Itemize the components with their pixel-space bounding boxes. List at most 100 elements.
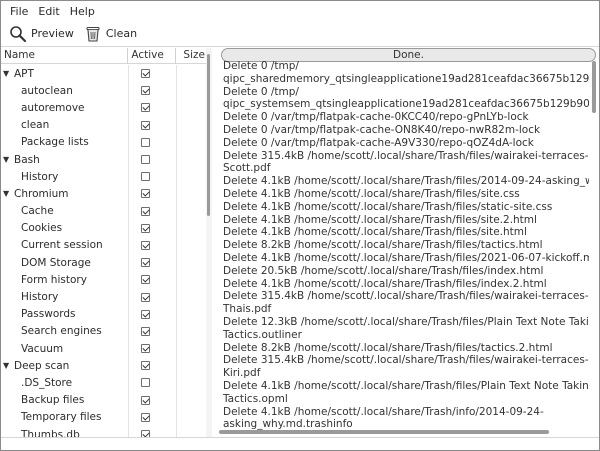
- tree-row-label: autoremove: [21, 101, 85, 114]
- tree-group-row[interactable]: ▼ Deep scan: [1, 357, 204, 375]
- tree-option-row[interactable]: .DS_Store: [1, 374, 204, 392]
- active-checkbox[interactable]: [141, 206, 150, 216]
- tree-option-row[interactable]: Cookies: [1, 219, 204, 237]
- tree-row-active: [129, 99, 177, 117]
- preview-label: Preview: [31, 27, 74, 40]
- menu-edit[interactable]: Edit: [33, 5, 64, 18]
- menu-file[interactable]: File: [5, 5, 33, 18]
- tree-row-name: ▼ Chromium: [1, 185, 129, 203]
- active-checkbox[interactable]: [141, 378, 150, 388]
- log-line: Delete 4.1kB /home/scott/.local/share/Tr…: [223, 200, 553, 213]
- active-checkbox[interactable]: [141, 223, 150, 233]
- log-line: Delete 12.3kB /home/scott/.local/share/T…: [223, 315, 589, 328]
- log-scrollbar-thumb[interactable]: [592, 61, 596, 113]
- tree-row-label: DOM Storage: [21, 256, 91, 269]
- tree-row-label: Deep scan: [14, 359, 70, 372]
- active-checkbox[interactable]: [141, 189, 150, 199]
- tree-row-active: [129, 408, 177, 426]
- tree-row-name: Form history: [1, 271, 129, 289]
- tree-row-name: .DS_Store: [1, 374, 129, 392]
- tree-option-row[interactable]: Package lists: [1, 133, 204, 151]
- tree-group-row[interactable]: ▼ Bash: [1, 150, 204, 169]
- active-checkbox[interactable]: [141, 412, 150, 422]
- active-checkbox[interactable]: [141, 86, 150, 96]
- tree-row-name: History: [1, 288, 129, 306]
- log-line: qipc_systemsem_qtsingleapplicatione19ad2…: [223, 98, 589, 111]
- tree-row-active: [129, 271, 177, 289]
- tree-row-active: [129, 236, 177, 255]
- active-checkbox[interactable]: [141, 326, 150, 336]
- tree-row-name: Current session: [1, 236, 129, 255]
- active-checkbox[interactable]: [141, 155, 150, 165]
- log-scrollbar[interactable]: [592, 61, 598, 425]
- menubar: File Edit Help: [1, 1, 599, 21]
- tree-row-name: DOM Storage: [1, 254, 129, 272]
- tree-option-row[interactable]: clean: [1, 116, 204, 134]
- log-horizontal-scrollbar[interactable]: [219, 430, 549, 434]
- preview-button[interactable]: Preview: [5, 23, 78, 45]
- toolbar: Preview Clean: [1, 21, 599, 47]
- column-name-header[interactable]: Name: [1, 48, 129, 64]
- active-checkbox[interactable]: [141, 137, 150, 147]
- active-checkbox[interactable]: [141, 103, 150, 113]
- active-checkbox[interactable]: [141, 275, 150, 285]
- menu-help[interactable]: Help: [65, 5, 100, 18]
- tree-group-row[interactable]: ▼ Chromium: [1, 185, 204, 203]
- expander-triangle-icon[interactable]: ▼: [3, 361, 13, 370]
- tree-row-active: [129, 202, 177, 220]
- trash-icon: [86, 26, 100, 42]
- bleachbit-window: File Edit Help Preview Clean Name Active…: [0, 0, 600, 451]
- column-size-header[interactable]: Size: [176, 48, 209, 64]
- tree-option-row[interactable]: Temporary files: [1, 408, 204, 426]
- tree-option-row[interactable]: Search engines: [1, 322, 204, 340]
- tree-row-label: Temporary files: [21, 411, 102, 424]
- tree-option-row[interactable]: DOM Storage: [1, 254, 204, 272]
- tree-row-active: [129, 116, 177, 134]
- expander-triangle-icon[interactable]: ▼: [3, 155, 13, 164]
- tree-option-row[interactable]: Cache: [1, 202, 204, 220]
- tree-option-row[interactable]: Passwords: [1, 305, 204, 323]
- active-checkbox[interactable]: [141, 395, 150, 405]
- tree-scrollbar[interactable]: [206, 48, 212, 437]
- tree-row-name: Vacuum: [1, 340, 129, 358]
- active-checkbox[interactable]: [141, 69, 150, 79]
- active-checkbox[interactable]: [141, 240, 150, 250]
- tree-row-name: Passwords: [1, 305, 129, 323]
- active-checkbox[interactable]: [141, 172, 150, 182]
- tree-option-row[interactable]: Thumbs.db: [1, 425, 204, 437]
- clean-button[interactable]: Clean: [80, 23, 141, 45]
- tree-option-row[interactable]: Form history: [1, 271, 204, 289]
- tree-option-row[interactable]: autoremove: [1, 99, 204, 117]
- log-line: Kiri.pdf: [223, 367, 261, 380]
- tree-option-row[interactable]: History: [1, 288, 204, 306]
- tree-group-row[interactable]: ▼ APT: [1, 65, 204, 83]
- expander-triangle-icon[interactable]: ▼: [3, 189, 13, 198]
- tree-row-active: [129, 340, 177, 358]
- tree-row-label: Thumbs.db: [21, 428, 80, 437]
- log-line: Delete 315.4kB /home/scott/.local/share/…: [223, 149, 589, 162]
- tree-option-row[interactable]: Backup files: [1, 391, 204, 409]
- active-checkbox[interactable]: [141, 361, 150, 371]
- active-checkbox[interactable]: [141, 292, 150, 302]
- tree-option-row[interactable]: History: [1, 168, 204, 186]
- log-line: Delete 315.4kB /home/scott/.local/share/…: [223, 290, 589, 303]
- log-line: Thais.pdf: [223, 303, 272, 316]
- tree-row-active: [129, 374, 177, 392]
- tree-scrollbar-thumb[interactable]: [207, 54, 210, 216]
- active-checkbox[interactable]: [141, 430, 150, 437]
- tree-row-label: clean: [21, 119, 50, 132]
- expander-triangle-icon[interactable]: ▼: [3, 69, 13, 78]
- column-active-header[interactable]: Active: [128, 48, 177, 64]
- tree-option-row[interactable]: autoclean: [1, 82, 204, 100]
- tree-header: Name Active Size: [1, 48, 209, 64]
- tree-row-label: Vacuum: [21, 342, 64, 355]
- tree-option-row[interactable]: Current session: [1, 236, 204, 255]
- active-checkbox[interactable]: [141, 120, 150, 130]
- active-checkbox[interactable]: [141, 258, 150, 268]
- tree-row-label: Backup files: [21, 394, 85, 407]
- active-checkbox[interactable]: [141, 309, 150, 319]
- statusbar: [1, 437, 599, 450]
- tree-row-active: [129, 254, 177, 272]
- tree-option-row[interactable]: Vacuum: [1, 340, 204, 358]
- active-checkbox[interactable]: [141, 344, 150, 354]
